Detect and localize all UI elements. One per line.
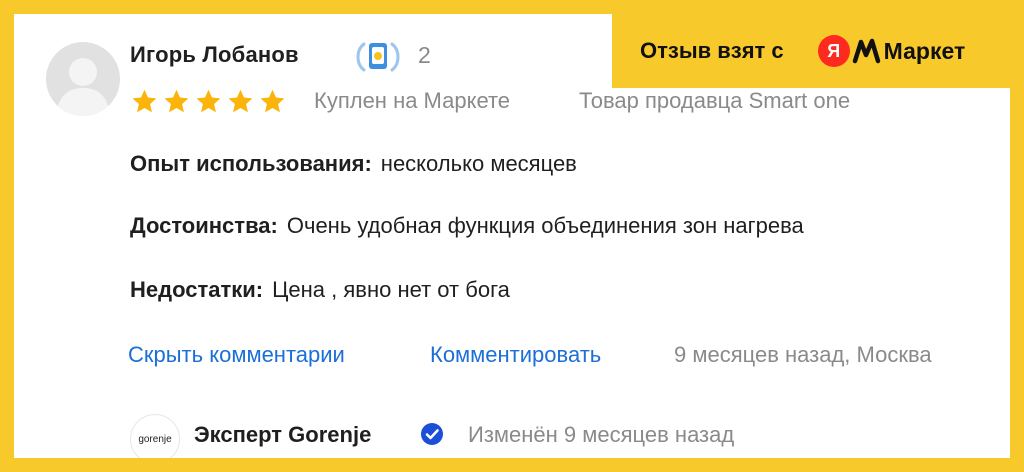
- review-date-location: 9 месяцев назад, Москва: [674, 342, 932, 367]
- reviewer-badge-icon: [356, 42, 400, 72]
- star-icon: [196, 89, 221, 113]
- usage-value: несколько месяцев: [380, 151, 577, 176]
- source-text: Отзыв взят с: [640, 38, 784, 63]
- rating-stars: [130, 88, 287, 115]
- review-card: Игорь Лобанов 2 Куплен на Маркете Товар …: [14, 14, 1010, 458]
- star-icon: [260, 89, 285, 113]
- cons-label: Недостатки:: [130, 277, 264, 302]
- verified-check-icon: [421, 423, 443, 445]
- avatar-silhouette-icon: [56, 58, 110, 116]
- seller-info: Товар продавца Smart one: [579, 88, 851, 113]
- comment-link[interactable]: Комментировать: [430, 342, 601, 368]
- brand-name: Маркет: [883, 37, 966, 64]
- hide-comments-link[interactable]: Скрыть комментарии: [128, 342, 345, 368]
- pros-label: Достоинства:: [130, 213, 278, 238]
- expert-name[interactable]: Эксперт Gorenje: [194, 422, 371, 448]
- author-name[interactable]: Игорь Лобанов: [130, 42, 299, 68]
- expert-edited-time: Изменён 9 месяцев назад: [468, 422, 735, 447]
- cons-row: Недостатки: Цена , явно нет от бога: [130, 277, 510, 303]
- star-icon: [228, 89, 253, 113]
- source-banner: Отзыв взят с Я Маркет: [612, 14, 1010, 88]
- usage-label: Опыт использования:: [130, 151, 372, 176]
- badge-count: 2: [418, 42, 431, 68]
- star-icon: [164, 89, 189, 113]
- yandex-market-logo[interactable]: Я Маркет: [817, 35, 966, 67]
- cons-value: Цена , явно нет от бога: [272, 277, 510, 302]
- pros-row: Достоинства: Очень удобная функция объеди…: [130, 213, 804, 239]
- usage-row: Опыт использования: несколько месяцев: [130, 151, 577, 177]
- star-icon: [132, 89, 157, 113]
- pros-value: Очень удобная функция объединения зон на…: [286, 213, 804, 238]
- user-avatar[interactable]: [46, 42, 120, 116]
- expert-logo[interactable]: gorenje: [130, 414, 180, 458]
- brand-letter: Я: [817, 35, 850, 67]
- purchase-source: Куплен на Маркете: [314, 88, 511, 113]
- market-m-icon: [852, 38, 880, 64]
